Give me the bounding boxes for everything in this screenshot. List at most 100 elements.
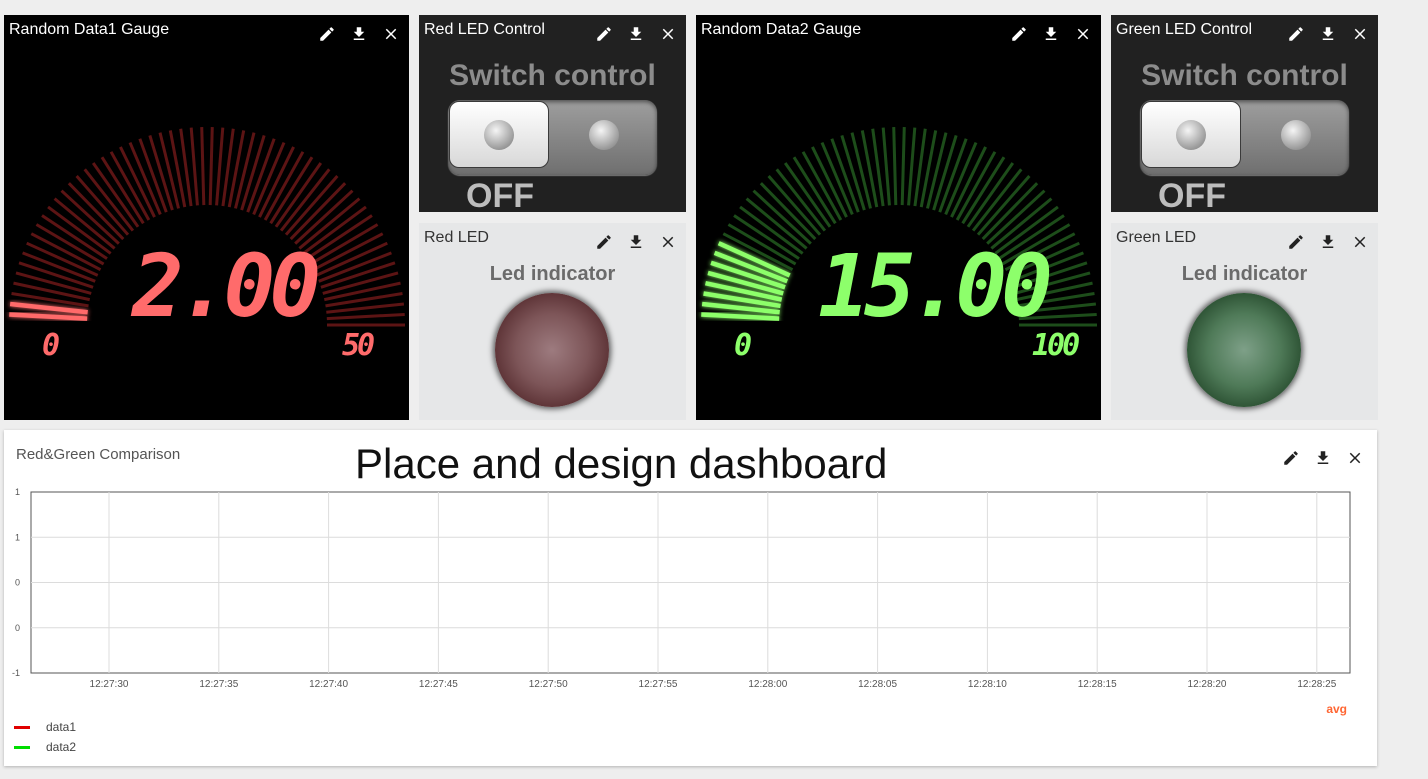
- red-led-indicator: [495, 293, 609, 407]
- gauge-bar: [701, 312, 780, 321]
- toggle-dot-left: [1176, 120, 1206, 150]
- edit-button[interactable]: [592, 22, 616, 46]
- red-led-title: Red LED: [424, 229, 489, 246]
- close-button[interactable]: [1348, 22, 1372, 46]
- x-tick-label: 12:28:15: [1078, 679, 1117, 690]
- gauge1-card: Random Data1 Gauge 2.00 0 50: [4, 15, 409, 420]
- edit-icon: [597, 27, 611, 41]
- red-switch-toggle[interactable]: [448, 100, 657, 175]
- gauge-bar: [200, 127, 206, 206]
- gauge-bar: [900, 127, 906, 206]
- green-switch-card: Green LED Control Switch control OFF: [1111, 15, 1378, 212]
- legend-item-data1[interactable]: data1: [14, 720, 76, 734]
- x-tick-label: 12:27:35: [199, 679, 238, 690]
- toggle-dot-right: [589, 120, 619, 150]
- y-tick-label: 1: [15, 487, 20, 497]
- edit-icon: [1012, 27, 1026, 41]
- red-led-toolbar: [592, 230, 680, 254]
- gauge-bar: [215, 127, 225, 206]
- gauge1-min: 0: [42, 328, 61, 363]
- overlay-caption: Place and design dashboard: [355, 440, 888, 487]
- close-button[interactable]: [379, 22, 403, 46]
- legend-swatch: [14, 725, 30, 729]
- gauge2-card: Random Data2 Gauge 15.00 0 100: [696, 15, 1101, 420]
- red-switch-card: Red LED Control Switch control OFF: [419, 15, 686, 212]
- gauge-bar: [981, 182, 1039, 241]
- gauge1-title: Random Data1 Gauge: [9, 21, 170, 38]
- x-tick-label: 12:28:20: [1188, 679, 1227, 690]
- download-button[interactable]: [347, 22, 371, 46]
- gauge-bar: [326, 312, 405, 321]
- avg-label[interactable]: avg: [1326, 702, 1347, 716]
- download-icon: [353, 27, 365, 40]
- green-led-card: Green LED Led indicator: [1111, 223, 1378, 420]
- close-button[interactable]: [656, 230, 680, 254]
- gauge-bar: [907, 127, 917, 206]
- green-switch-toggle[interactable]: [1140, 100, 1349, 175]
- toggle-dot-right: [1281, 120, 1311, 150]
- close-button[interactable]: [656, 22, 680, 46]
- x-tick-label: 12:27:55: [639, 679, 678, 690]
- edit-button[interactable]: [592, 230, 616, 254]
- download-icon: [630, 235, 642, 248]
- green-switch-label: Switch control: [1141, 59, 1348, 92]
- gauge-bar: [892, 127, 898, 206]
- gauge1-toolbar: [315, 22, 403, 46]
- edit-button[interactable]: [1284, 22, 1308, 46]
- edit-icon: [320, 27, 334, 41]
- y-tick-label: -1: [12, 668, 20, 678]
- x-tick-label: 12:27:30: [90, 679, 129, 690]
- green-led-title: Green LED: [1116, 229, 1197, 246]
- green-switch-title: Green LED Control: [1116, 21, 1253, 38]
- close-icon: [662, 236, 674, 248]
- green-switch-state: OFF: [1158, 177, 1226, 212]
- download-button[interactable]: [1039, 22, 1063, 46]
- x-tick-label: 12:27:45: [419, 679, 458, 690]
- red-switch-toolbar: [592, 22, 680, 46]
- x-tick-label: 12:28:00: [748, 679, 787, 690]
- gauge-bar: [67, 182, 125, 241]
- legend-label: data2: [46, 740, 77, 754]
- edit-icon: [1289, 235, 1303, 249]
- download-icon: [630, 27, 642, 40]
- gauge2-min: 0: [734, 328, 753, 363]
- download-icon: [1045, 27, 1057, 40]
- download-icon: [1322, 235, 1334, 248]
- gauge-bar: [189, 127, 199, 206]
- gauge-bar: [881, 127, 891, 206]
- close-icon: [662, 28, 674, 40]
- download-button[interactable]: [1316, 230, 1340, 254]
- x-tick-label: 12:27:50: [529, 679, 568, 690]
- gauge2-title: Random Data2 Gauge: [701, 21, 862, 38]
- x-tick-label: 12:28:10: [968, 679, 1007, 690]
- green-led-indicator: [1187, 293, 1301, 407]
- close-button[interactable]: [1071, 22, 1095, 46]
- gauge-bar: [759, 182, 817, 241]
- gauge-bar: [289, 182, 347, 241]
- x-tick-label: 12:28:05: [858, 679, 897, 690]
- gauge2-max: 100: [1032, 328, 1080, 363]
- x-tick-label: 12:27:40: [309, 679, 348, 690]
- red-switch-state: OFF: [466, 177, 534, 212]
- edit-icon: [597, 235, 611, 249]
- edit-button[interactable]: [1284, 230, 1308, 254]
- edit-button[interactable]: [1007, 22, 1031, 46]
- close-icon: [385, 28, 397, 40]
- green-switch-toolbar: [1284, 22, 1372, 46]
- close-button[interactable]: [1348, 230, 1372, 254]
- legend-label: data1: [46, 720, 77, 734]
- red-led-card: Red LED Led indicator: [419, 223, 686, 420]
- close-icon: [1077, 28, 1089, 40]
- gauge-bar: [9, 312, 88, 321]
- green-led-toolbar: [1284, 230, 1372, 254]
- gauge2-toolbar: [1007, 22, 1095, 46]
- gauge1-value: 2.00: [132, 237, 321, 337]
- red-switch-label: Switch control: [449, 59, 656, 92]
- edit-button[interactable]: [315, 22, 339, 46]
- toggle-dot-left: [484, 120, 514, 150]
- download-button[interactable]: [624, 22, 648, 46]
- download-button[interactable]: [624, 230, 648, 254]
- download-button[interactable]: [1316, 22, 1340, 46]
- legend-item-data2[interactable]: data2: [14, 740, 76, 754]
- y-tick-label: 0: [15, 578, 20, 588]
